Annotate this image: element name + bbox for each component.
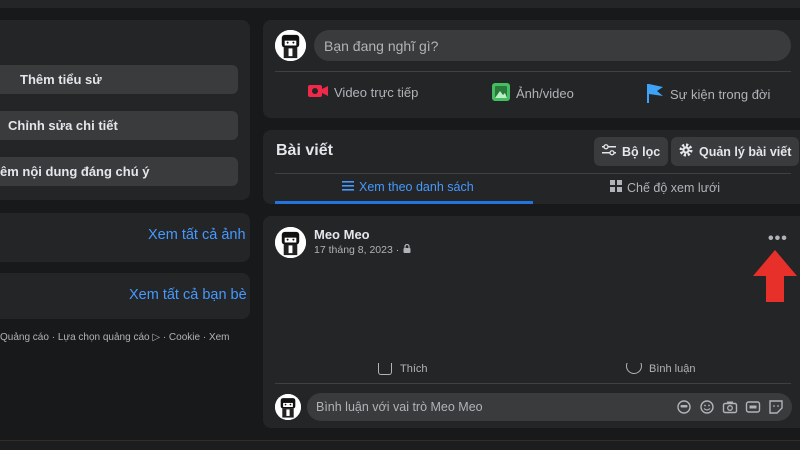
intro-card: Thêm tiểu sử Chỉnh sửa chi tiết êm nội d… (0, 20, 250, 200)
comment-placeholder: Bình luận với vai trò Meo Meo (316, 400, 483, 414)
avatar-icon (275, 394, 301, 420)
posts-header-card: Bài viết Bộ lọc Quản lý bài viết Xem the… (263, 130, 800, 204)
filter-button[interactable]: Bộ lọc (594, 137, 669, 166)
commenter-avatar[interactable] (275, 394, 301, 420)
see-all-friends-link[interactable]: Xem tất cả bạn bè (129, 287, 247, 303)
tab-list-view[interactable]: Xem theo danh sách (342, 180, 474, 194)
post-more-options-button[interactable]: ••• (768, 230, 788, 248)
whats-on-your-mind-input[interactable]: Bạn đang nghĩ gì? (314, 30, 791, 61)
grid-icon (610, 180, 622, 195)
post-author-name[interactable]: Meo Meo (314, 227, 370, 242)
gif-icon[interactable] (745, 399, 761, 415)
post-timestamp[interactable]: 17 tháng 8, 2023 · (314, 243, 411, 256)
photo-icon (492, 83, 510, 104)
gear-icon (679, 143, 693, 160)
camera-icon[interactable] (722, 399, 738, 415)
lock-icon (403, 243, 411, 256)
post-card: Meo Meo 17 tháng 8, 2023 · ••• Thích Bìn… (263, 216, 800, 428)
live-video-label: Video trực tiếp (334, 85, 419, 100)
avatar-icon (275, 30, 306, 61)
top-bar (0, 0, 800, 8)
post-composer: Bạn đang nghĩ gì? Video trực tiếp Ảnh/vi… (263, 20, 800, 118)
tab-list-view-label: Xem theo danh sách (359, 180, 474, 194)
filter-icon (602, 144, 616, 159)
annotation-arrow-icon (753, 250, 797, 302)
tab-grid-view[interactable]: Chế độ xem lưới (610, 180, 720, 195)
posts-title: Bài viết (276, 142, 333, 159)
photos-card: Xem tất cả ảnh (0, 213, 250, 262)
add-bio-button[interactable]: Thêm tiểu sử (0, 65, 238, 94)
emoji-icon[interactable] (699, 399, 715, 415)
comment-input[interactable]: Bình luận với vai trò Meo Meo (307, 393, 792, 421)
post-author-avatar[interactable] (275, 227, 306, 258)
like-label: Thích (400, 363, 428, 375)
live-video-icon (308, 83, 328, 102)
list-icon (342, 180, 354, 194)
life-event-label: Sự kiện trong đời (670, 87, 771, 102)
avatar-sticker-icon[interactable] (676, 399, 692, 415)
edit-details-button[interactable]: Chỉnh sửa chi tiết (0, 111, 238, 140)
add-featured-button[interactable]: êm nội dung đáng chú ý (0, 157, 238, 186)
comment-icon (626, 363, 642, 374)
live-video-button[interactable]: Video trực tiếp (308, 83, 418, 102)
like-icon (378, 363, 392, 375)
manage-posts-label: Quản lý bài viết (699, 144, 792, 159)
friends-card: Xem tất cả bạn bè (0, 273, 250, 319)
composer-divider (275, 71, 791, 72)
like-button[interactable]: Thích (378, 363, 428, 375)
manage-posts-button[interactable]: Quản lý bài viết (671, 137, 800, 166)
sticker-icon[interactable] (768, 399, 784, 415)
comment-button[interactable]: Bình luận (626, 363, 695, 375)
avatar[interactable] (275, 30, 306, 61)
life-event-button[interactable]: Sự kiện trong đời (646, 83, 770, 106)
taskbar-strip (0, 440, 800, 450)
flag-icon (646, 83, 664, 106)
filter-label: Bộ lọc (622, 144, 661, 159)
avatar-icon (275, 227, 306, 258)
photo-video-button[interactable]: Ảnh/video (492, 83, 574, 104)
post-date-text: 17 tháng 8, 2023 · (314, 244, 400, 256)
see-all-photos-link[interactable]: Xem tất cả ảnh (148, 227, 246, 243)
active-tab-indicator (275, 201, 533, 204)
comment-label: Bình luận (649, 363, 696, 375)
tab-grid-view-label: Chế độ xem lưới (627, 180, 720, 195)
footer-links[interactable]: Quảng cáo · Lựa chọn quảng cáo ▷ · Cooki… (0, 332, 250, 343)
comment-tools (676, 399, 784, 415)
posts-divider (275, 173, 791, 174)
photo-video-label: Ảnh/video (516, 86, 574, 101)
post-divider (275, 383, 791, 384)
